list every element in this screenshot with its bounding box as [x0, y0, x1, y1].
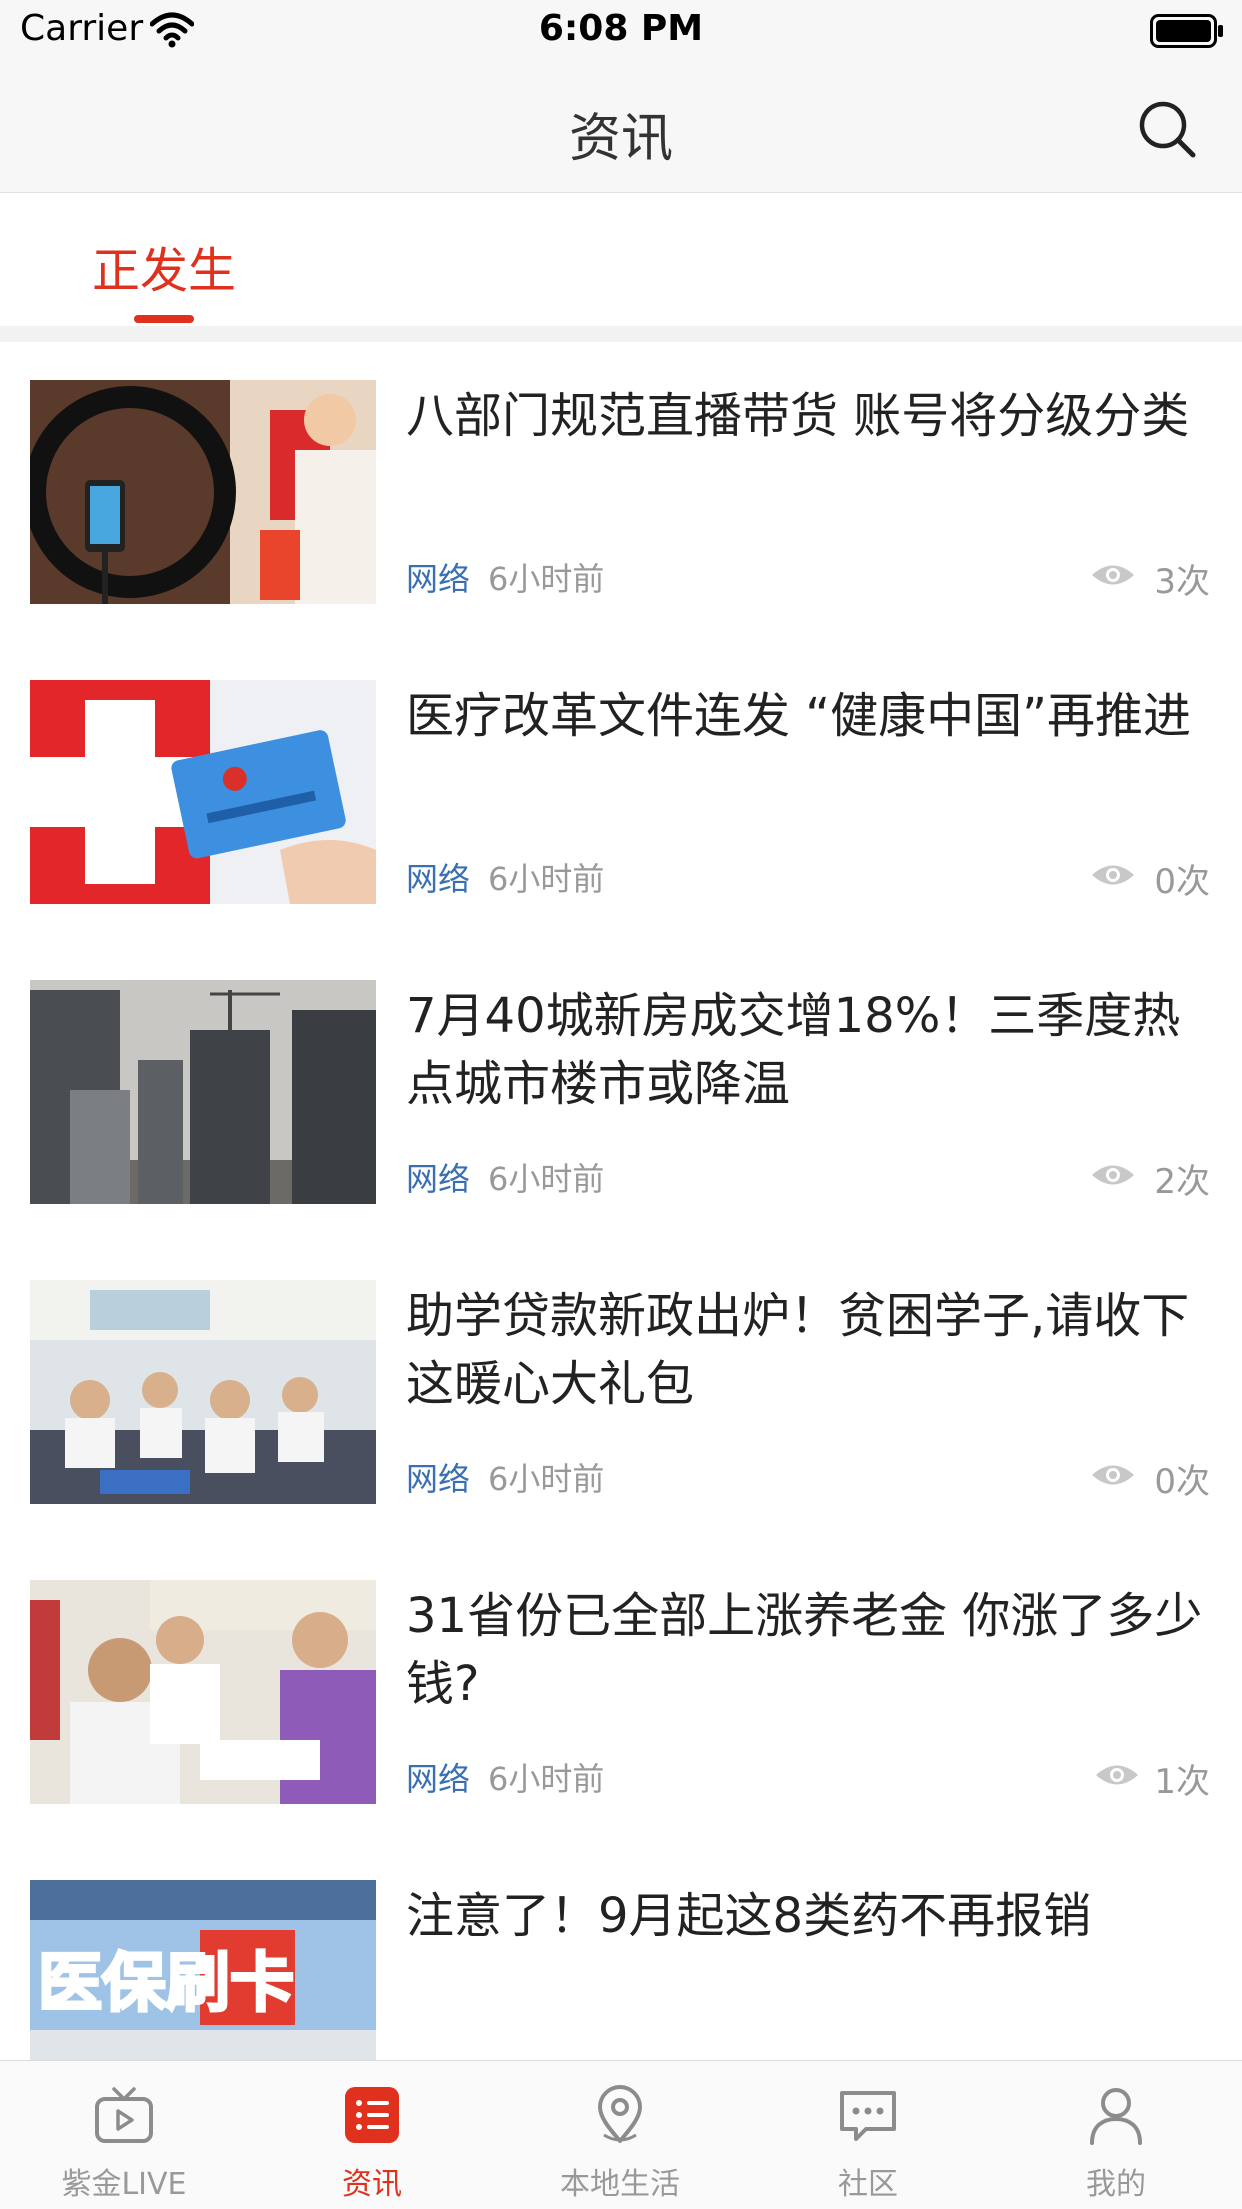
news-time: 6小时前 — [488, 1760, 605, 1798]
news-thumbnail — [30, 380, 376, 604]
news-item[interactable]: 八部门规范直播带货 账号将分级分类 网络 6小时前 3次 — [0, 342, 1242, 643]
battery-icon — [1150, 14, 1223, 48]
tab-label: 社区 — [838, 2167, 898, 2202]
view-count: 1次 — [1154, 1762, 1210, 1802]
news-title: 八部门规范直播带货 账号将分级分类 — [406, 388, 1190, 444]
news-source: 网络 — [406, 1160, 471, 1198]
nav-bar: 资讯 — [0, 62, 1242, 193]
tab-label: 紫金LIVE — [61, 2167, 187, 2202]
news-title: 医疗改革文件连发 “健康中国”再推进 — [406, 688, 1191, 744]
news-thumbnail — [30, 680, 376, 904]
news-title: 注意了！9月起这8类药不再报销 — [406, 1888, 1092, 1944]
view-count: 2次 — [1154, 1162, 1210, 1202]
news-time: 6小时前 — [488, 1460, 605, 1498]
news-source: 网络 — [406, 1760, 471, 1798]
thumb-sign-text: 医保刷卡 — [38, 1947, 294, 2021]
eye-icon — [1096, 1765, 1138, 1785]
search-icon[interactable] — [1136, 98, 1198, 160]
news-item[interactable]: 医疗改革文件连发 “健康中国”再推进 网络 6小时前 0次 — [0, 642, 1242, 943]
tab-zijin-live[interactable]: 紫金LIVE — [0, 2061, 248, 2209]
list-icon — [345, 2087, 399, 2143]
tab-label: 资讯 — [342, 2167, 402, 2202]
status-bar: Carrier 6:08 PM — [0, 0, 1242, 62]
news-item[interactable]: 7月40城新房成交增18%！三季度热点城市楼市或降温 网络 6小时前 2次 — [0, 942, 1242, 1243]
news-item[interactable]: 助学贷款新政出炉！贫困学子,请收下这暖心大礼包 网络 6小时前 0次 — [0, 1242, 1242, 1543]
view-count: 0次 — [1154, 862, 1210, 902]
tab-community[interactable]: 社区 — [744, 2061, 992, 2209]
eye-icon — [1092, 865, 1134, 885]
active-tab-indicator — [134, 315, 194, 323]
news-item[interactable]: 31省份已全部上涨养老金 你涨了多少钱? 网络 6小时前 1次 — [0, 1542, 1242, 1843]
eye-icon — [1092, 1165, 1134, 1185]
tab-news[interactable]: 资讯 — [248, 2061, 496, 2209]
news-title: 31省份已全部上涨养老金 你涨了多少钱? — [406, 1588, 1203, 1712]
news-thumbnail — [30, 1580, 376, 1804]
view-count: 3次 — [1154, 562, 1210, 602]
news-time: 6小时前 — [488, 560, 605, 598]
news-time: 6小时前 — [488, 860, 605, 898]
tab-mine[interactable]: 我的 — [992, 2061, 1240, 2209]
status-time: 6:08 PM — [538, 8, 704, 49]
category-tabs: 正发生 — [0, 193, 1242, 325]
tab-local-life[interactable]: 本地生活 — [496, 2061, 744, 2209]
news-thumbnail — [30, 980, 376, 1204]
chat-bubble-icon — [840, 2091, 896, 2141]
tab-zhengfasheng[interactable]: 正发生 — [92, 231, 236, 301]
tab-label: 我的 — [1086, 2167, 1146, 2202]
news-time: 6小时前 — [488, 1160, 605, 1198]
location-pin-icon — [598, 2085, 642, 2143]
section-divider — [0, 326, 1242, 342]
view-count: 0次 — [1154, 1462, 1210, 1502]
news-title: 7月40城新房成交增18%！三季度热点城市楼市或降温 — [406, 988, 1181, 1112]
news-source: 网络 — [406, 560, 471, 598]
tab-label: 本地生活 — [560, 2167, 680, 2202]
eye-icon — [1092, 565, 1134, 585]
eye-icon — [1092, 1465, 1134, 1485]
page-title: 资讯 — [568, 109, 673, 169]
person-icon — [1090, 2088, 1142, 2145]
news-source: 网络 — [406, 1460, 471, 1498]
tv-icon — [95, 2087, 153, 2143]
news-source: 网络 — [406, 860, 471, 898]
bottom-tab-bar: 紫金LIVE 资讯 本地生活 社区 我的 — [0, 2060, 1242, 2209]
news-title: 助学贷款新政出炉！贫困学子,请收下这暖心大礼包 — [406, 1288, 1190, 1412]
news-thumbnail — [30, 1280, 376, 1504]
